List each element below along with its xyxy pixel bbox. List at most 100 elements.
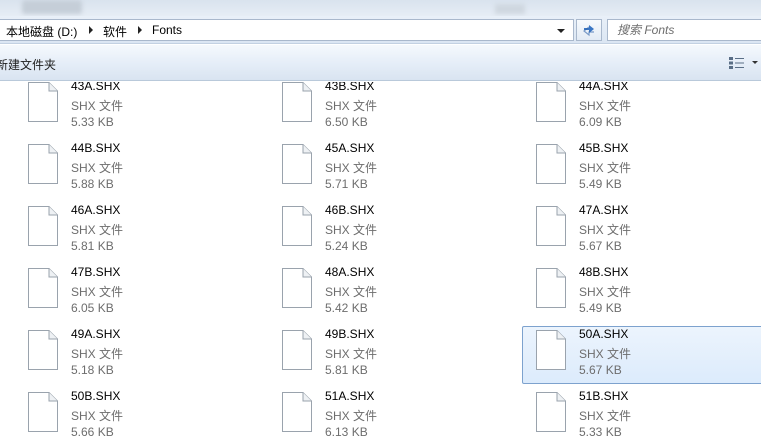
file-name: 48B.SHX (579, 265, 629, 279)
file-type: SHX 文件 (325, 409, 378, 423)
file-name: 51A.SHX (325, 389, 375, 403)
file-size: 5.71 KB (325, 177, 368, 191)
file-icon (536, 144, 566, 184)
file-name: 45A.SHX (325, 141, 375, 155)
file-item[interactable]: 44A.SHX SHX 文件 6.09 KB (530, 82, 761, 136)
file-size: 5.66 KB (71, 425, 114, 436)
file-type: SHX 文件 (579, 99, 632, 113)
file-item[interactable]: 48A.SHX SHX 文件 5.42 KB (276, 264, 516, 322)
file-icon (28, 206, 58, 246)
file-item[interactable]: 43B.SHX SHX 文件 6.50 KB (276, 82, 516, 136)
file-size: 5.33 KB (579, 425, 622, 436)
refresh-icon (583, 25, 594, 37)
breadcrumb-folder-fonts[interactable]: Fonts (152, 23, 182, 37)
file-type: SHX 文件 (325, 99, 378, 113)
file-item[interactable]: 45B.SHX SHX 文件 5.49 KB (530, 140, 761, 198)
file-type: SHX 文件 (71, 161, 124, 175)
file-size: 5.67 KB (579, 363, 622, 377)
file-icon (28, 330, 58, 370)
file-name: 44A.SHX (579, 82, 629, 93)
file-name: 43B.SHX (325, 82, 375, 93)
view-options-icon (729, 57, 744, 69)
file-type: SHX 文件 (325, 285, 378, 299)
breadcrumb-drive[interactable]: 本地磁盘 (D:) (6, 23, 77, 40)
file-type: SHX 文件 (579, 409, 632, 423)
file-type: SHX 文件 (71, 347, 124, 361)
file-size: 5.81 KB (71, 239, 114, 253)
file-icon (282, 330, 312, 370)
file-icon (536, 392, 566, 432)
file-item[interactable]: 49B.SHX SHX 文件 5.81 KB (276, 326, 516, 384)
file-item[interactable]: 43A.SHX SHX 文件 5.33 KB (22, 82, 262, 136)
file-size: 6.05 KB (71, 301, 114, 315)
search-input[interactable] (608, 20, 748, 40)
file-item[interactable]: 51A.SHX SHX 文件 6.13 KB (276, 388, 516, 436)
file-size: 5.49 KB (579, 177, 622, 191)
file-size: 5.67 KB (579, 239, 622, 253)
view-options-button[interactable] (726, 54, 748, 72)
file-type: SHX 文件 (325, 347, 378, 361)
file-name: 50B.SHX (71, 389, 121, 403)
file-name: 46A.SHX (71, 203, 121, 217)
file-icon (282, 268, 312, 308)
breadcrumb-folder-software[interactable]: 软件 (103, 23, 127, 40)
file-type: SHX 文件 (579, 347, 632, 361)
file-size: 6.09 KB (579, 115, 622, 129)
breadcrumb-separator-icon[interactable] (89, 26, 93, 34)
file-name: 44B.SHX (71, 141, 121, 155)
file-item[interactable]: 47A.SHX SHX 文件 5.67 KB (530, 202, 761, 260)
file-type: SHX 文件 (71, 223, 124, 237)
file-name: 43A.SHX (71, 82, 121, 93)
breadcrumb-separator-icon[interactable] (138, 26, 142, 34)
address-bar-row: 本地磁盘 (D:) 软件 Fonts (0, 16, 761, 44)
file-name: 45B.SHX (579, 141, 629, 155)
file-icon (536, 206, 566, 246)
command-toolbar: 新建文件夹 (0, 45, 761, 81)
file-icon (282, 82, 312, 122)
file-item[interactable]: 45A.SHX SHX 文件 5.71 KB (276, 140, 516, 198)
file-size: 5.81 KB (325, 363, 368, 377)
file-size: 5.42 KB (325, 301, 368, 315)
file-icon (536, 82, 566, 122)
file-type: SHX 文件 (325, 161, 378, 175)
search-box[interactable] (607, 19, 761, 41)
file-icon (28, 268, 58, 308)
file-name: 49B.SHX (325, 327, 375, 341)
file-size: 5.24 KB (325, 239, 368, 253)
file-item[interactable]: 48B.SHX SHX 文件 5.49 KB (530, 264, 761, 322)
file-name: 46B.SHX (325, 203, 375, 217)
refresh-button[interactable] (576, 19, 602, 41)
file-icon (536, 268, 566, 308)
file-type: SHX 文件 (579, 161, 632, 175)
file-item[interactable]: 51B.SHX SHX 文件 5.33 KB (530, 388, 761, 436)
file-name: 49A.SHX (71, 327, 121, 341)
file-item[interactable]: 49A.SHX SHX 文件 5.18 KB (22, 326, 262, 384)
file-name: 51B.SHX (579, 389, 629, 403)
file-item[interactable]: 46A.SHX SHX 文件 5.81 KB (22, 202, 262, 260)
address-bar[interactable]: 本地磁盘 (D:) 软件 Fonts (0, 19, 574, 41)
file-size: 5.88 KB (71, 177, 114, 191)
file-icon (28, 392, 58, 432)
file-item[interactable]: 46B.SHX SHX 文件 5.24 KB (276, 202, 516, 260)
file-size: 5.49 KB (579, 301, 622, 315)
file-type: SHX 文件 (71, 285, 124, 299)
file-icon (28, 144, 58, 184)
file-name: 50A.SHX (579, 327, 629, 341)
view-options-dropdown-icon[interactable] (752, 61, 758, 64)
file-type: SHX 文件 (579, 285, 632, 299)
file-item[interactable]: 44B.SHX SHX 文件 5.88 KB (22, 140, 262, 198)
blurred-title (22, 0, 82, 14)
file-name: 47A.SHX (579, 203, 629, 217)
file-type: SHX 文件 (579, 223, 632, 237)
file-item[interactable]: 47B.SHX SHX 文件 6.05 KB (22, 264, 262, 322)
file-item[interactable]: 50A.SHX SHX 文件 5.67 KB (522, 326, 761, 384)
address-history-dropdown-icon[interactable] (557, 29, 565, 33)
new-folder-button[interactable]: 新建文件夹 (0, 56, 56, 73)
file-icon (536, 330, 566, 370)
file-name: 48A.SHX (325, 265, 375, 279)
blurred-control (495, 4, 525, 14)
file-item[interactable]: 50B.SHX SHX 文件 5.66 KB (22, 388, 262, 436)
file-icon (282, 392, 312, 432)
file-type: SHX 文件 (71, 409, 124, 423)
file-size: 6.50 KB (325, 115, 368, 129)
